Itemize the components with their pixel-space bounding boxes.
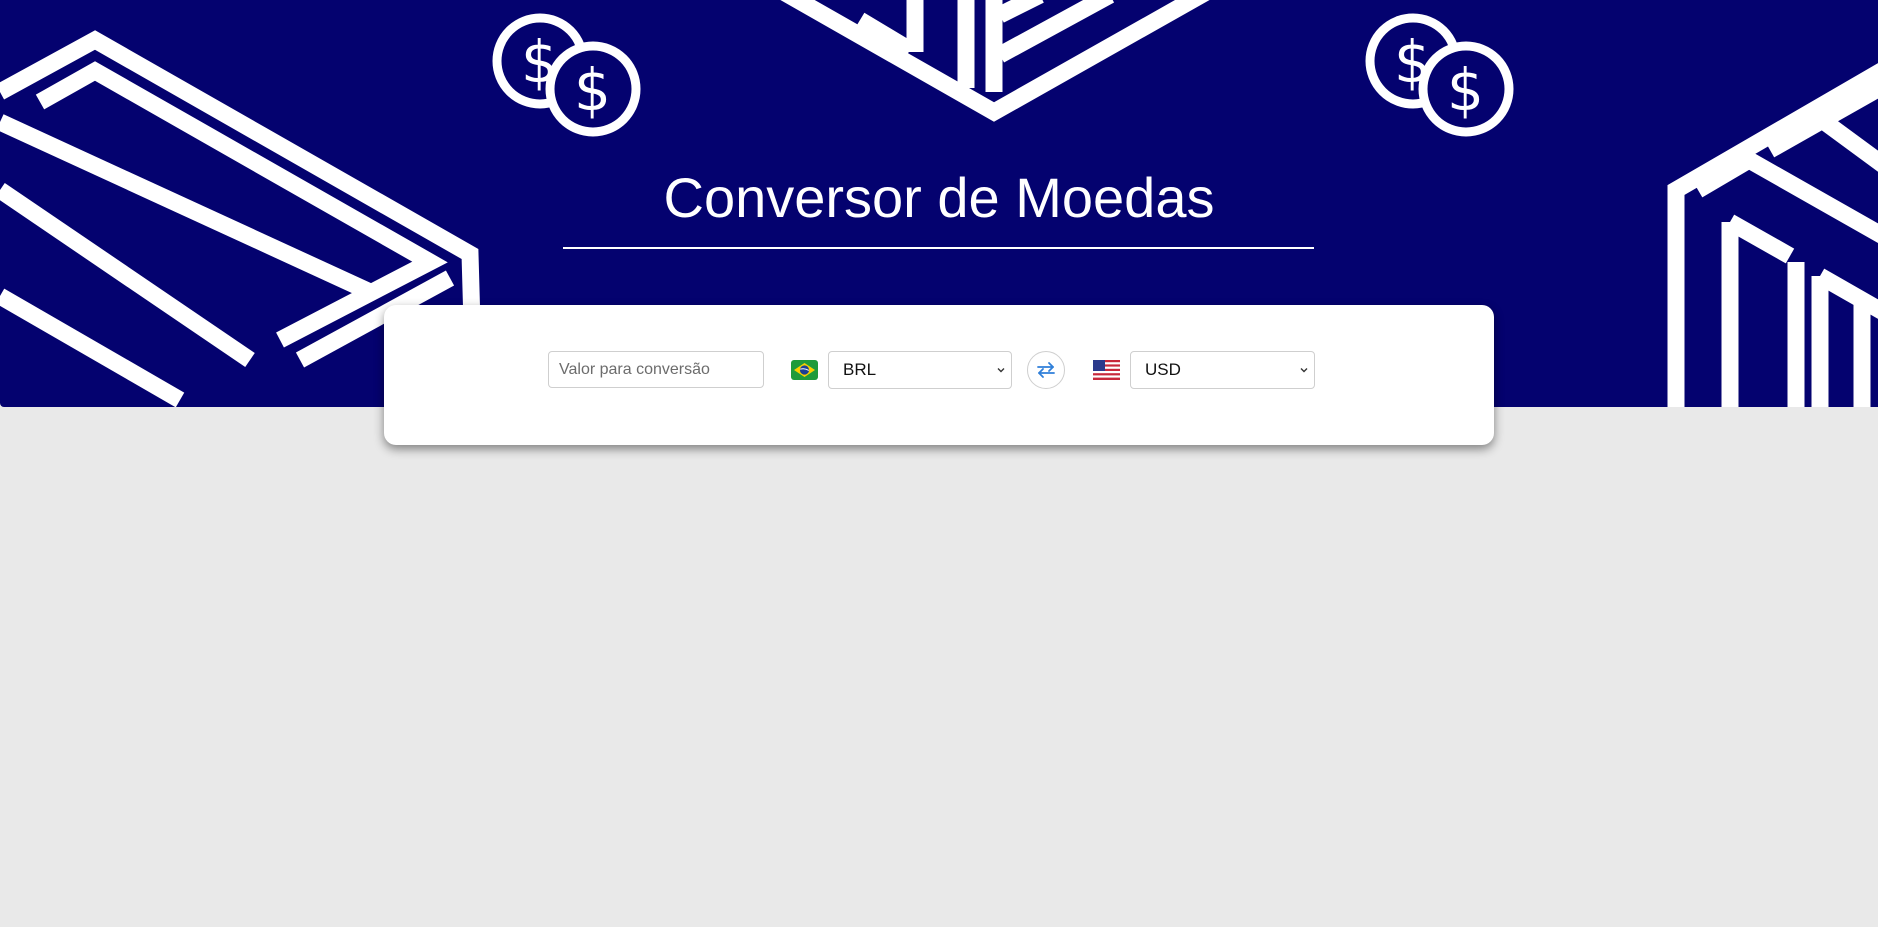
decor-box-center-d2 [996, 0, 1044, 23]
page-title: Conversor de Moedas [663, 166, 1215, 229]
chevron-down-icon [997, 368, 1005, 373]
svg-text:$: $ [574, 56, 611, 124]
svg-text:$: $ [521, 28, 558, 96]
to-currency-value: USD [1145, 360, 1181, 379]
chevron-down-icon [1300, 368, 1308, 373]
usa-flag-icon [1093, 360, 1120, 380]
decor-box-left-stripe-3 [0, 288, 185, 407]
brazil-flag-icon [791, 360, 818, 380]
svg-text:$: $ [1394, 28, 1431, 96]
decor-box-right-stripe-2 [1816, 113, 1878, 172]
decor-box-right-d2 [1815, 268, 1878, 319]
swap-currencies-button[interactable] [1027, 351, 1065, 389]
amount-input[interactable] [548, 351, 764, 388]
from-currency-value: BRL [843, 360, 877, 379]
to-currency-select[interactable]: USD [1130, 351, 1315, 389]
decor-box-right-outer [1667, 63, 1878, 407]
dollar-coins-icon [492, 13, 641, 137]
from-currency-select[interactable]: BRL [828, 351, 1012, 389]
dollar-coins-icon [1365, 13, 1514, 137]
swap-arrows-icon [1037, 362, 1055, 378]
title-divider [563, 247, 1314, 249]
svg-text:$: $ [1447, 56, 1484, 124]
